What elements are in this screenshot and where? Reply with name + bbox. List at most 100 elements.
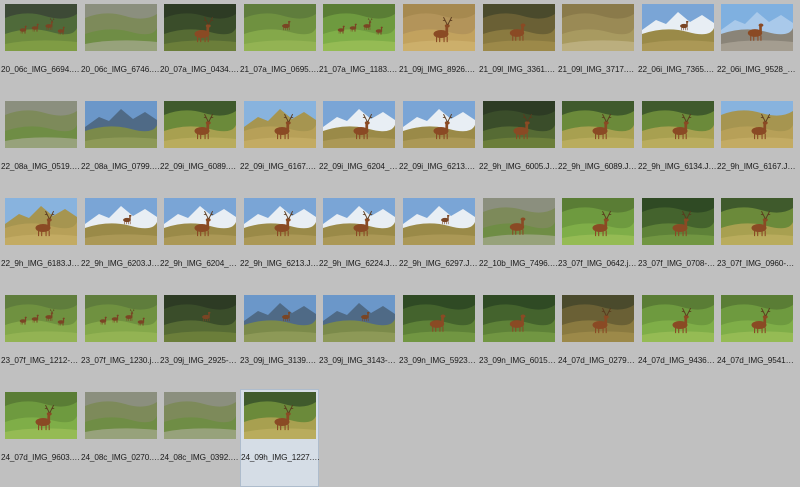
file-name-label: 23_07f_IMG_0960-Ver... [717,259,796,268]
file-thumbnail-image [403,198,475,245]
file-item[interactable]: 22_9h_IMG_6213.JPG [240,195,319,293]
file-item[interactable]: 21_09j_IMG_8926.JPG [399,1,478,99]
file-name-label: 22_09i_IMG_6167.JPG [240,162,319,171]
file-thumbnail-image [85,295,157,342]
file-name-label: 22_9h_IMG_6167.JPG [717,162,796,171]
file-item[interactable]: 24_07d_IMG_9603.jpg [1,389,80,487]
file-item[interactable]: 22_9h_IMG_6297.JPG [399,195,478,293]
file-item[interactable]: 21_07a_IMG_1183.JPG [319,1,398,99]
file-item[interactable]: 20_07a_IMG_0434.JPG [160,1,239,99]
file-item[interactable]: 22_9h_IMG_6204_2.JPG [160,195,239,293]
file-thumbnail-image [85,198,157,245]
file-name-label: 23_07f_IMG_0642.jpg [558,259,637,268]
file-thumbnail-image [562,295,634,342]
file-item[interactable]: 23_09j_IMG_3139.JPG [240,292,319,390]
file-name-label: 22_09i_IMG_6089.JPG [160,162,239,171]
file-name-label: 21_07a_IMG_1183.JPG [319,65,398,74]
file-thumbnail-image [721,198,793,245]
file-name-label: 22_10b_IMG_7496.JPG [479,259,558,268]
file-item[interactable]: 23_07f_IMG_0960-Ver... [717,195,796,293]
file-name-label: 24_07d_IMG_9603.jpg [1,453,80,462]
file-name-label: 22_09i_IMG_6204_2.JPG [319,162,398,171]
file-item[interactable]: 20_06c_IMG_6746.JPG [81,1,160,99]
file-item[interactable]: 23_09j_IMG_2925-Ver... [160,292,239,390]
file-thumbnail-image [483,198,555,245]
file-thumbnail-image [164,101,236,148]
file-thumbnail-image [5,4,77,51]
file-thumbnail-image [5,392,77,439]
file-name-label: 22_9h_IMG_6204_2.JPG [160,259,239,268]
file-item[interactable]: 24_08c_IMG_0392.jpg [160,389,239,487]
file-item[interactable]: 24_07d_IMG_0279-Ver... [558,292,637,390]
file-name-label: 23_09j_IMG_2925-Ver... [160,356,239,365]
file-item[interactable]: 22_09i_IMG_6089.JPG [160,98,239,196]
file-thumbnail-image [483,295,555,342]
file-item[interactable]: 22_9h_IMG_6183.JPG [1,195,80,293]
file-thumbnail-image [244,101,316,148]
file-item[interactable]: 22_9h_IMG_6224.JPG [319,195,398,293]
file-item[interactable]: 22_9h_IMG_6134.JPG [638,98,717,196]
file-thumbnail-image [244,4,316,51]
file-thumbnail-image [562,4,634,51]
file-item[interactable]: 24_08c_IMG_0270.jpg [81,389,160,487]
file-name-label: 23_09j_IMG_3139.JPG [240,356,319,365]
file-thumbnail-image [562,101,634,148]
file-name-label: 22_09i_IMG_6213.JPG [399,162,478,171]
file-name-label: 22_08a_IMG_0799.JPG [81,162,160,171]
file-name-label: 24_07d_IMG_0279-Ver... [558,356,637,365]
file-item[interactable]: 22_09i_IMG_6167.JPG [240,98,319,196]
file-thumbnail-image [85,101,157,148]
file-name-label: 22_08a_IMG_0519.JPG [1,162,80,171]
file-item[interactable]: 23_07f_IMG_0708-Ver... [638,195,717,293]
file-name-label: 22_9h_IMG_6005.JPG [479,162,558,171]
file-item[interactable]: 22_08a_IMG_0799.JPG [81,98,160,196]
file-name-label: 22_9h_IMG_6183.JPG [1,259,80,268]
file-name-label: 23_09n_IMG_6015-2.jpg [479,356,558,365]
file-item[interactable]: 22_09i_IMG_6213.JPG [399,98,478,196]
file-item[interactable]: 24_07d_IMG_9541-Ver... [717,292,796,390]
file-thumbnail-image [721,101,793,148]
file-thumbnail-image [85,392,157,439]
file-thumbnail-image [642,295,714,342]
file-item[interactable]: 23_07f_IMG_0642.jpg [558,195,637,293]
file-item[interactable]: 20_06c_IMG_6694.JPG [1,1,80,99]
file-thumbnail-image [642,4,714,51]
file-item[interactable]: 23_09j_IMG_3143-Ver... [319,292,398,390]
file-name-label: 22_9h_IMG_6089.JPG [558,162,637,171]
file-item[interactable]: 22_9h_IMG_6005.JPG [479,98,558,196]
file-item[interactable]: 21_09l_IMG_3361.JPG [479,1,558,99]
file-name-label: 22_9h_IMG_6297.JPG [399,259,478,268]
file-item[interactable]: 22_10b_IMG_7496.JPG [479,195,558,293]
file-thumbnail-image [483,101,555,148]
file-item[interactable]: 22_9h_IMG_6203.JPG [81,195,160,293]
file-thumbnail-image [323,4,395,51]
file-item[interactable]: 22_9h_IMG_6089.JPG [558,98,637,196]
file-item[interactable]: 21_07a_IMG_0695.JPG [240,1,319,99]
file-name-label: 24_07d_IMG_9541-Ver... [717,356,796,365]
file-name-label: 24_08c_IMG_0270.jpg [81,453,160,462]
file-name-label: 22_06i_IMG_9528_2.JPG [717,65,796,74]
file-thumbnail-image [323,295,395,342]
file-thumbnail-image [164,4,236,51]
file-thumbnail-image [403,4,475,51]
file-thumbnail-image [403,101,475,148]
file-name-label: 22_9h_IMG_6134.JPG [638,162,717,171]
file-item[interactable]: 22_08a_IMG_0519.JPG [1,98,80,196]
file-name-label: 21_09l_IMG_3717.JPG [558,65,637,74]
file-thumbnail-image [721,295,793,342]
file-item[interactable]: 24_07d_IMG_9436-Ver... [638,292,717,390]
file-name-label: 23_07f_IMG_1212-Ver... [1,356,80,365]
file-item[interactable]: 22_9h_IMG_6167.JPG [717,98,796,196]
file-item[interactable]: 23_09n_IMG_5923-Ver... [399,292,478,390]
file-item[interactable]: 22_06i_IMG_7365.JPG [638,1,717,99]
file-name-label: 24_09h_IMG_1227.jpg [241,453,320,462]
file-item[interactable]: 22_06i_IMG_9528_2.JPG [717,1,796,99]
file-item[interactable]: 23_07f_IMG_1212-Ver... [1,292,80,390]
file-item[interactable]: 23_09n_IMG_6015-2.jpg [479,292,558,390]
file-item[interactable]: 21_09l_IMG_3717.JPG [558,1,637,99]
file-item[interactable]: 23_07f_IMG_1230.jpg [81,292,160,390]
file-item[interactable]: 22_09i_IMG_6204_2.JPG [319,98,398,196]
file-thumbnail-image [403,295,475,342]
file-item[interactable]: 24_09h_IMG_1227.jpg [240,389,319,487]
file-name-label: 20_06c_IMG_6694.JPG [1,65,80,74]
